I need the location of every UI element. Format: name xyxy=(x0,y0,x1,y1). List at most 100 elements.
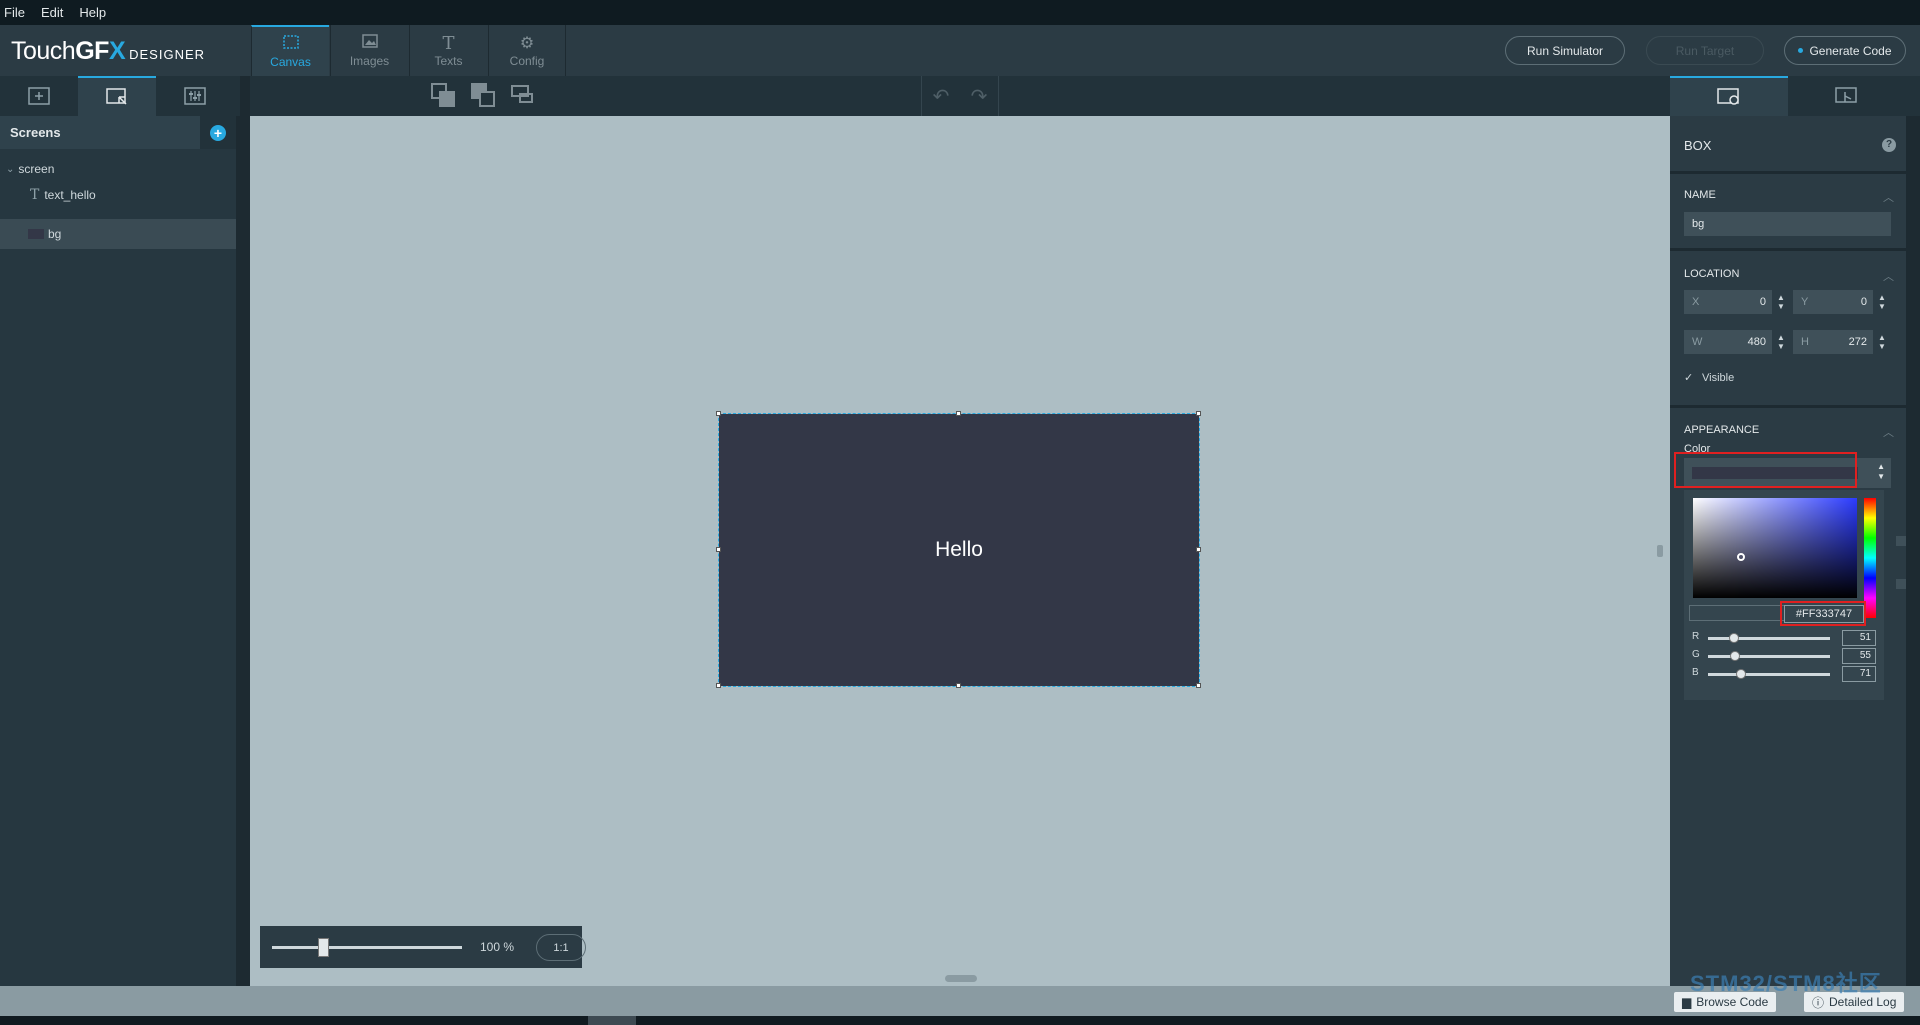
run-target-button[interactable]: Run Target xyxy=(1646,36,1764,65)
generate-code-button[interactable]: Generate Code xyxy=(1784,36,1906,65)
zoom-reset-button[interactable]: 1:1 xyxy=(536,934,586,961)
chevron-up-icon: ︿ xyxy=(1883,427,1894,439)
send-to-back-button[interactable] xyxy=(471,83,497,109)
right-panel-tabs xyxy=(1670,76,1920,116)
canvas-area[interactable]: Hello 100 % 1:1 xyxy=(250,116,1670,986)
chevron-up-icon: ︿ xyxy=(1883,192,1894,204)
highlight-annotation xyxy=(1674,452,1857,488)
resize-handle[interactable] xyxy=(1196,411,1201,416)
panel-divider xyxy=(236,116,250,986)
screens-header: Screens + xyxy=(0,116,236,149)
chevron-up-icon: ︿ xyxy=(1883,271,1894,283)
add-screen-button[interactable]: + xyxy=(200,116,236,149)
menu-file[interactable]: File xyxy=(4,5,25,20)
text-widget-icon: T xyxy=(30,187,40,203)
left-panel-tabs xyxy=(0,76,240,116)
resize-handle[interactable] xyxy=(716,411,721,416)
fit-screen-button[interactable] xyxy=(511,83,537,109)
text-hello[interactable]: Hello xyxy=(935,538,983,562)
saturation-value-area[interactable] xyxy=(1693,498,1857,598)
menu-bar: File Edit Help xyxy=(0,0,1920,25)
resize-handle[interactable] xyxy=(716,683,721,688)
hue-slider[interactable] xyxy=(1864,498,1876,618)
box-widget-bg[interactable]: Hello xyxy=(716,411,1201,688)
help-icon[interactable]: ? xyxy=(1882,138,1896,152)
checkmark-icon: ✓ xyxy=(1684,372,1694,384)
undo-icon[interactable]: ↶ xyxy=(933,84,950,109)
resize-handle[interactable] xyxy=(956,411,961,416)
name-section-header[interactable]: NAME ︿ xyxy=(1670,189,1906,204)
bring-to-front-button[interactable] xyxy=(431,83,457,109)
app-header: TouchGFX DESIGNER Canvas Images T Texts ⚙… xyxy=(0,25,1920,76)
name-input[interactable]: bg xyxy=(1684,212,1891,236)
green-slider-thumb[interactable] xyxy=(1730,651,1740,661)
watermark: STM32/STM8社区 xyxy=(1690,971,1882,996)
zoom-control: 100 % 1:1 xyxy=(260,926,586,968)
y-stepper[interactable]: ▲ ▼ xyxy=(1873,290,1891,314)
bottom-panel-resize-handle[interactable] xyxy=(945,975,977,982)
tab-config[interactable]: ⚙ Config xyxy=(488,25,566,76)
os-taskbar xyxy=(0,1016,1920,1025)
height-input[interactable]: H 272 xyxy=(1793,330,1873,354)
interactions-tab[interactable] xyxy=(156,76,234,116)
add-box-icon xyxy=(28,87,50,105)
gear-icon: ⚙ xyxy=(519,34,535,52)
resize-handle[interactable] xyxy=(1196,547,1201,552)
tree-view-tab[interactable] xyxy=(78,76,156,116)
width-input[interactable]: W 480 xyxy=(1684,330,1772,354)
green-slider[interactable] xyxy=(1708,655,1830,658)
resize-handle[interactable] xyxy=(716,547,721,552)
highlight-annotation xyxy=(1780,601,1866,626)
properties-panel: BOX ? NAME ︿ bg LOCATION ︿ X0 ▲ ▼ Y0 ▲ ▼ W 48… xyxy=(1670,116,1906,986)
add-widget-tab[interactable] xyxy=(0,76,78,116)
canvas-icon xyxy=(282,34,299,55)
select-box-icon xyxy=(106,88,127,105)
appearance-section-header[interactable]: APPEARANCE ︿ xyxy=(1670,424,1906,439)
right-panel-resize-handle[interactable] xyxy=(1657,545,1663,557)
x-stepper[interactable]: ▲ ▼ xyxy=(1772,290,1790,314)
properties-tab[interactable] xyxy=(1670,76,1788,116)
resize-handle[interactable] xyxy=(1196,683,1201,688)
status-dot-icon xyxy=(1798,48,1804,53)
undo-redo-group: ↶ ↷ xyxy=(921,76,999,116)
x-input[interactable]: X0 xyxy=(1684,290,1772,314)
width-stepper[interactable]: ▲ ▼ xyxy=(1772,330,1790,354)
dropdown-arrow-icon: ▲ ▼ xyxy=(1877,462,1885,481)
tab-canvas[interactable]: Canvas xyxy=(251,25,329,76)
blue-slider-row: B 71 xyxy=(1692,666,1880,682)
redo-icon[interactable]: ↷ xyxy=(971,84,988,109)
interactions-panel-tab[interactable] xyxy=(1788,76,1906,116)
screens-panel: Screens + ⌄ screen T text_hello bg xyxy=(0,116,236,986)
visible-checkbox[interactable]: ✓ Visible xyxy=(1684,372,1734,384)
height-stepper[interactable]: ▲ ▼ xyxy=(1873,330,1891,354)
app-logo: TouchGFX DESIGNER xyxy=(11,37,206,65)
tree-item-bg[interactable]: bg xyxy=(0,219,236,249)
chevron-down-icon: ⌄ xyxy=(6,163,15,175)
menu-help[interactable]: Help xyxy=(79,5,106,20)
red-input[interactable]: 51 xyxy=(1842,630,1876,646)
zoom-level: 100 % xyxy=(480,940,515,954)
red-slider[interactable] xyxy=(1708,637,1830,640)
menu-edit[interactable]: Edit xyxy=(41,5,63,20)
green-input[interactable]: 55 xyxy=(1842,648,1876,664)
properties-icon xyxy=(1717,88,1739,105)
color-picker-cursor[interactable] xyxy=(1737,553,1745,561)
box-widget-icon xyxy=(28,229,44,239)
blue-slider-thumb[interactable] xyxy=(1736,669,1746,679)
sliders-icon xyxy=(184,87,206,105)
blue-slider[interactable] xyxy=(1708,673,1830,676)
run-simulator-button[interactable]: Run Simulator xyxy=(1505,36,1625,65)
canvas-toolbar: ↶ ↷ xyxy=(250,76,1670,116)
zoom-slider-thumb[interactable] xyxy=(318,938,329,957)
blue-input[interactable]: 71 xyxy=(1842,666,1876,682)
green-slider-row: G 55 xyxy=(1692,648,1880,664)
resize-handle[interactable] xyxy=(956,683,961,688)
tab-images[interactable]: Images xyxy=(330,25,408,76)
red-slider-thumb[interactable] xyxy=(1729,633,1739,643)
tree-item-text-hello[interactable]: T text_hello xyxy=(0,180,236,210)
tab-texts[interactable]: T Texts xyxy=(409,25,487,76)
red-slider-row: R 51 xyxy=(1692,630,1880,646)
y-input[interactable]: Y0 xyxy=(1793,290,1873,314)
location-section-header[interactable]: LOCATION ︿ xyxy=(1670,268,1906,283)
zoom-slider-track[interactable] xyxy=(272,946,462,949)
